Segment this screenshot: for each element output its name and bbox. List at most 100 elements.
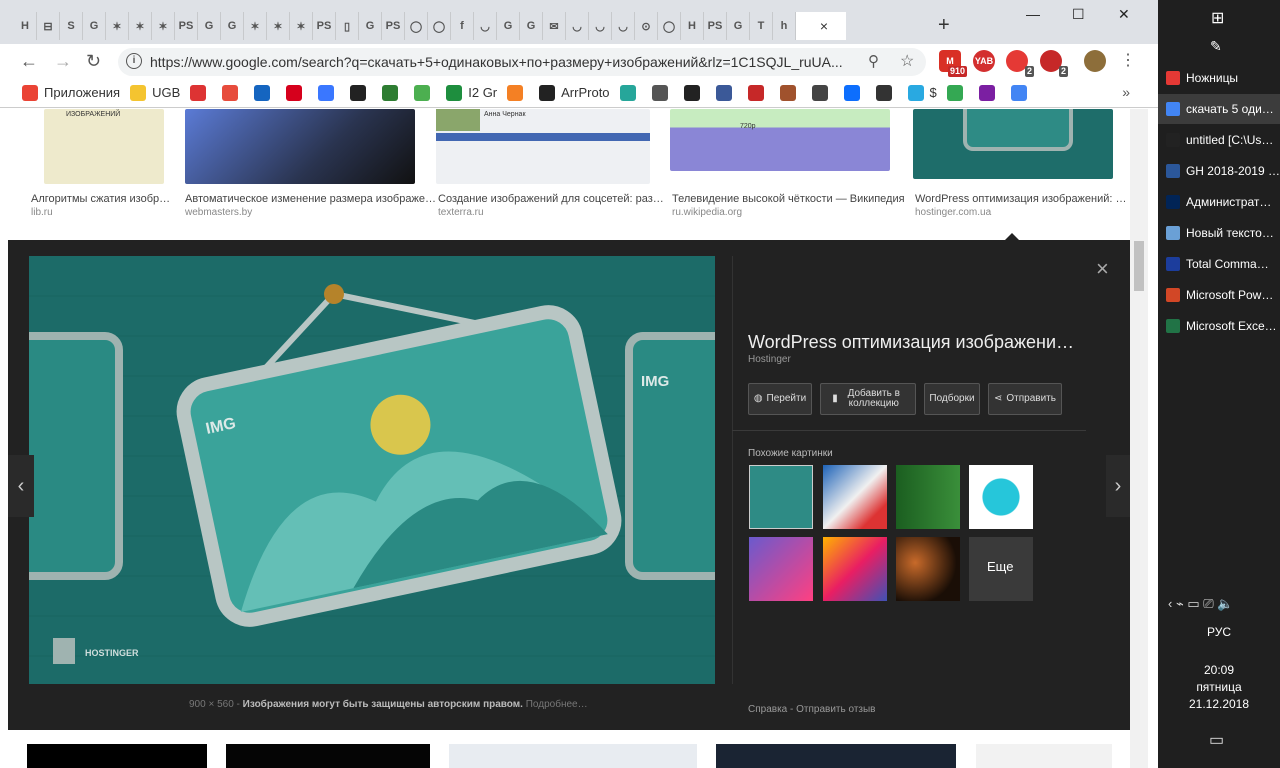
browser-tab[interactable]: PS [175, 12, 198, 40]
result-image[interactable] [226, 744, 430, 768]
similar-image[interactable] [896, 465, 960, 529]
minimize-button[interactable]: — [1026, 6, 1040, 22]
browser-tab[interactable]: ◡ [589, 12, 612, 40]
maximize-button[interactable]: ☐ [1072, 6, 1085, 23]
bookmark-item[interactable]: ArrProto [539, 84, 610, 101]
taskbar-item[interactable]: Microsoft Exce… [1158, 311, 1280, 341]
next-image-button[interactable]: › [1106, 455, 1130, 517]
language-indicator[interactable]: РУС [1158, 625, 1280, 639]
preview-image[interactable]: IMG IMG HOSTINGER [29, 256, 715, 684]
taskbar-item[interactable]: Microsoft Pow… [1158, 280, 1280, 310]
preview-title[interactable]: WordPress оптимизация изображени… [748, 332, 1074, 353]
bookmark-star-icon[interactable]: ☆ [900, 51, 914, 71]
result-title[interactable]: Телевидение высокой чёткости — Википедия [672, 193, 905, 205]
result-image[interactable]: Анна Чернак [436, 109, 650, 184]
bookmark-item[interactable] [843, 84, 866, 101]
taskbar-item[interactable]: Ножницы [1158, 63, 1280, 93]
bookmark-item[interactable] [414, 84, 436, 101]
system-tray[interactable]: ‹ ⌁ ▭ ⎚ 🔈 [1168, 596, 1233, 612]
result-source[interactable]: lib.ru [31, 207, 53, 218]
browser-tab[interactable]: G [727, 12, 750, 40]
bookmark-item[interactable] [318, 84, 340, 101]
bookmark-item[interactable] [286, 84, 308, 101]
browser-tab[interactable]: PS [382, 12, 405, 40]
new-tab-button[interactable]: + [938, 14, 950, 37]
feedback-link[interactable]: Отправить отзыв [796, 704, 875, 715]
browser-tab[interactable]: ◯ [428, 12, 451, 40]
close-window-button[interactable]: ✕ [1118, 6, 1130, 23]
paint-icon[interactable]: ✎ [1210, 38, 1222, 55]
result-card[interactable]: Анна Чернак Создание изображений для соц… [436, 109, 664, 218]
bookmark-item[interactable] [715, 84, 738, 101]
result-card[interactable]: 720p Телевидение высокой чёткости — Вики… [670, 109, 905, 218]
browser-tab[interactable]: ✉ [543, 12, 566, 40]
result-source[interactable]: ru.wikipedia.org [672, 207, 742, 218]
browser-tab[interactable]: ✶ [290, 12, 313, 40]
browser-tab[interactable]: S [60, 12, 83, 40]
browser-tab[interactable]: PS [704, 12, 727, 40]
browser-tab[interactable]: ⊙ [635, 12, 658, 40]
bookmark-item[interactable]: $ [907, 84, 937, 101]
browser-tab[interactable]: ✶ [129, 12, 152, 40]
similar-image[interactable] [969, 465, 1033, 529]
taskbar-item[interactable]: Новый тексто… [1158, 218, 1280, 248]
abp-extension-icon[interactable]: 2 [1006, 50, 1034, 77]
bookmark-item[interactable] [811, 84, 834, 101]
bookmark-item[interactable] [254, 84, 276, 101]
prev-image-button[interactable]: ‹ [8, 455, 34, 517]
browser-tab[interactable]: H [681, 12, 704, 40]
url-text[interactable]: https://www.google.com/search?q=скачать+… [150, 54, 870, 70]
browser-tab[interactable]: ✶ [244, 12, 267, 40]
similar-image[interactable] [823, 465, 887, 529]
result-title[interactable]: Алгоритмы сжатия изобр… [31, 193, 170, 205]
close-tab-icon[interactable]: × [820, 18, 828, 34]
result-image[interactable] [976, 744, 1112, 768]
bookmark-item[interactable] [946, 84, 969, 101]
browser-tab[interactable]: ◯ [658, 12, 681, 40]
adblock-extension-icon[interactable]: 2 [1040, 50, 1068, 77]
browser-tab[interactable]: ▯ [336, 12, 359, 40]
bookmark-item[interactable] [747, 84, 770, 101]
bookmark-item[interactable] [190, 84, 212, 101]
result-image[interactable] [449, 744, 697, 768]
browser-tab[interactable]: G [497, 12, 520, 40]
similar-more-button[interactable]: Еще [969, 537, 1033, 601]
zoom-icon[interactable]: ⚲ [868, 52, 879, 70]
browser-tab[interactable]: ✶ [267, 12, 290, 40]
browser-tab[interactable]: PS [313, 12, 336, 40]
similar-image[interactable] [823, 537, 887, 601]
result-image[interactable] [716, 744, 956, 768]
browser-tab[interactable]: H [14, 12, 37, 40]
browser-tab[interactable]: G [221, 12, 244, 40]
result-source[interactable]: texterra.ru [438, 207, 484, 218]
browser-tab[interactable]: h [773, 12, 796, 40]
result-title[interactable]: Создание изображений для соцсетей: раз… [438, 193, 664, 205]
bookmark-item[interactable] [222, 84, 244, 101]
bookmark-item[interactable] [683, 84, 706, 101]
taskbar-item[interactable]: GH 2018-2019 … [1158, 156, 1280, 186]
result-source[interactable]: hostinger.com.ua [915, 207, 991, 218]
browser-tab[interactable]: ◯ [405, 12, 428, 40]
bookmark-item[interactable] [1010, 84, 1033, 101]
bookmark-item[interactable] [382, 84, 404, 101]
gmail-extension-icon[interactable]: M 910 [939, 50, 967, 77]
similar-image[interactable] [749, 537, 813, 601]
browser-tab[interactable]: ✶ [152, 12, 175, 40]
reload-button[interactable]: ↻ [86, 51, 101, 72]
browser-tab[interactable]: ◡ [612, 12, 635, 40]
browser-tab[interactable]: G [198, 12, 221, 40]
forward-button[interactable]: → [54, 51, 72, 72]
profile-avatar[interactable] [1084, 50, 1106, 72]
similar-image[interactable] [749, 465, 813, 529]
bookmark-item[interactable]: Приложения [22, 84, 120, 101]
bookmark-item[interactable] [779, 84, 802, 101]
collections-button[interactable]: Подборки [924, 383, 980, 415]
result-source[interactable]: webmasters.by [185, 207, 252, 218]
result-image[interactable] [27, 744, 207, 768]
browser-tab[interactable]: ◡ [566, 12, 589, 40]
result-image[interactable]: ИЗОБРАЖЕНИЙ [44, 109, 164, 184]
taskbar-item[interactable]: Total Comma… [1158, 249, 1280, 279]
back-button[interactable]: ← [20, 51, 38, 72]
bookmark-item[interactable] [619, 84, 642, 101]
result-title[interactable]: WordPress оптимизация изображений: … [915, 193, 1127, 205]
